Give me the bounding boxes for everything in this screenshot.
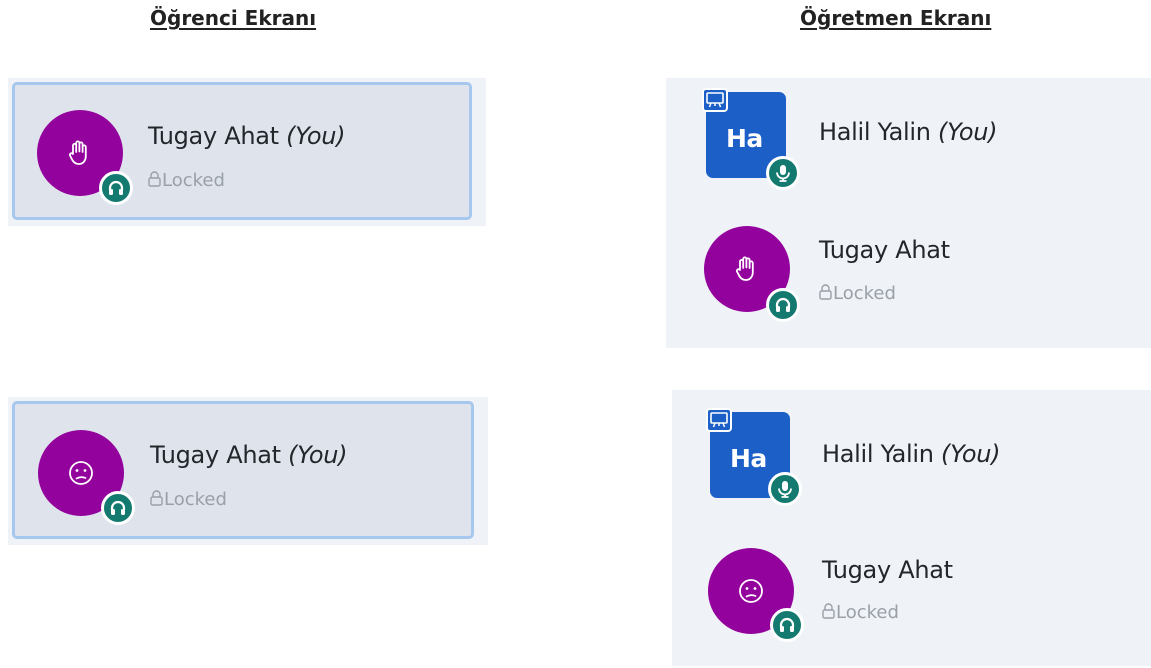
participant-name: Tugay Ahat (You) (150, 441, 348, 469)
participant-name-text: Halil Yalin (819, 118, 931, 146)
participant-row-teacher[interactable]: Ha Halil Yalin (You) (666, 78, 1151, 198)
locked-status: Locked (148, 170, 225, 191)
locked-status: Locked (150, 489, 227, 510)
teacher-screen-heading: Öğretmen Ekranı (800, 6, 992, 30)
participant-row-student[interactable]: Tugay Ahat Locked (666, 216, 1151, 336)
lock-icon (148, 171, 161, 187)
headphones-icon (775, 297, 791, 312)
headphones-icon (108, 180, 124, 195)
teacher-panel-1: Ha Halil Yalin (You) Tugay Ahat Locked (666, 78, 1151, 348)
headphones-icon (779, 617, 795, 632)
raised-hand-icon (736, 256, 754, 281)
headphones-badge (101, 491, 135, 525)
lock-icon (150, 490, 163, 506)
locked-status: Locked (819, 283, 896, 304)
locked-status-text: Locked (162, 170, 225, 191)
confused-face-icon (739, 579, 763, 603)
participant-name-text: Tugay Ahat (150, 441, 281, 469)
participant-name: Tugay Ahat (819, 236, 950, 264)
presentation-board-icon (706, 92, 724, 108)
student-panel-2: Tugay Ahat (You) Locked (8, 397, 488, 545)
participant-name-text: Tugay Ahat (822, 556, 953, 584)
presenter-badge (702, 88, 728, 112)
locked-status: Locked (822, 602, 899, 623)
microphone-icon (776, 165, 790, 182)
participant-name: Halil Yalin (You) (819, 118, 998, 146)
microphone-icon (778, 481, 792, 498)
avatar-initials: Ha (726, 124, 763, 153)
teacher-panel-2: Ha Halil Yalin (You) Tugay Ahat Locked (672, 390, 1151, 666)
you-tag: (You) (288, 441, 348, 469)
participant-name-text: Tugay Ahat (819, 236, 950, 264)
headphones-icon (110, 500, 126, 515)
locked-status-text: Locked (164, 489, 227, 510)
locked-status-text: Locked (833, 283, 896, 304)
participant-row-teacher[interactable]: Ha Halil Yalin (You) (672, 390, 1151, 510)
avatar-initials: Ha (730, 444, 767, 473)
participant-row-student[interactable]: Tugay Ahat Locked (672, 538, 1151, 658)
headphones-badge (770, 608, 804, 642)
presentation-board-icon (710, 412, 728, 428)
locked-status-text: Locked (836, 602, 899, 623)
you-tag: (You) (941, 440, 1001, 468)
participant-name: Tugay Ahat (822, 556, 953, 584)
microphone-badge (766, 156, 800, 190)
presenter-badge (706, 408, 732, 432)
headphones-badge (766, 288, 800, 322)
participant-name-text: Halil Yalin (822, 440, 934, 468)
student-panel-1: Tugay Ahat (You) Locked (8, 78, 486, 226)
headphones-badge (99, 171, 133, 205)
lock-icon (819, 284, 832, 300)
lock-icon (822, 603, 835, 619)
participant-name-text: Tugay Ahat (148, 122, 279, 150)
microphone-badge (768, 472, 802, 506)
you-tag: (You) (286, 122, 346, 150)
participant-card-self[interactable]: Tugay Ahat (You) Locked (12, 401, 474, 539)
participant-name: Tugay Ahat (You) (148, 122, 346, 150)
raised-hand-icon (69, 140, 87, 165)
confused-face-icon (69, 461, 93, 485)
participant-name: Halil Yalin (You) (822, 440, 1001, 468)
participant-card-self[interactable]: Tugay Ahat (You) Locked (12, 82, 472, 220)
you-tag: (You) (938, 118, 998, 146)
student-screen-heading: Öğrenci Ekranı (150, 6, 317, 30)
